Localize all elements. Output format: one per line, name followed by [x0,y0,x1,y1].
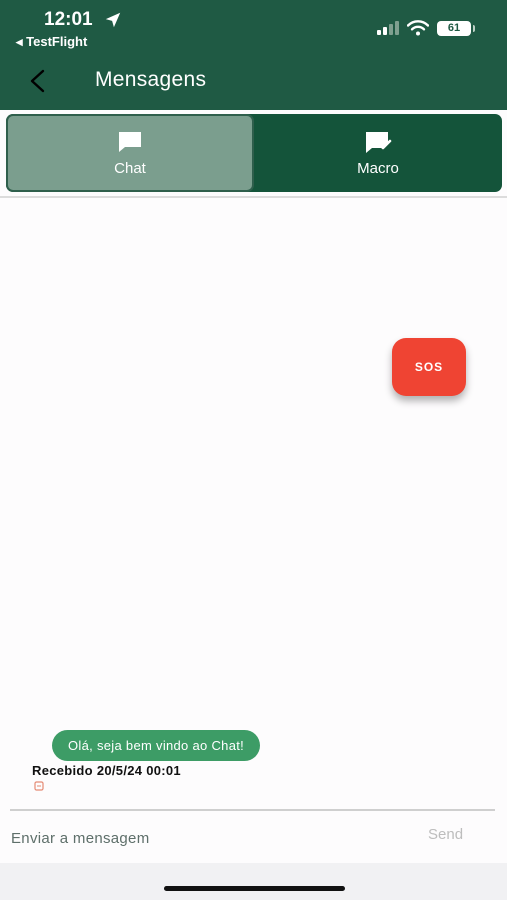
wifi-icon [407,20,429,36]
tab-macro-label: Macro [357,159,399,177]
send-button[interactable]: Send [420,826,471,843]
home-area [0,863,507,900]
tab-chat[interactable]: Chat [6,114,254,192]
page-title: Mensagens [95,68,207,91]
chat-bubble-icon [119,131,141,152]
header-bar: 12:01 ◂ TestFlight 61 Mensagens [0,0,507,110]
battery-icon: 61 [437,20,475,36]
divider [0,196,507,198]
chat-message-bubble: Olá, seja bem vindo ao Chat! [52,730,261,761]
status-time: 12:01 [44,9,93,30]
location-arrow-icon [105,12,121,28]
cellular-signal-icon [377,21,399,35]
home-indicator[interactable] [164,886,345,891]
back-arrow-icon[interactable] [26,68,50,94]
message-status-icon [34,781,44,791]
message-status: Recebido 20/5/24 00:01 [32,763,181,778]
message-check-icon [366,131,392,153]
back-to-app-link[interactable]: ◂ TestFlight [16,34,87,50]
tab-chat-label: Chat [114,159,146,177]
message-input[interactable] [11,823,391,853]
tab-bar: Chat Macro [6,114,502,192]
sos-button[interactable]: SOS [392,338,466,396]
message-composer: Send [0,811,507,863]
tab-macro[interactable]: Macro [254,114,502,192]
status-icons: 61 [377,19,475,37]
